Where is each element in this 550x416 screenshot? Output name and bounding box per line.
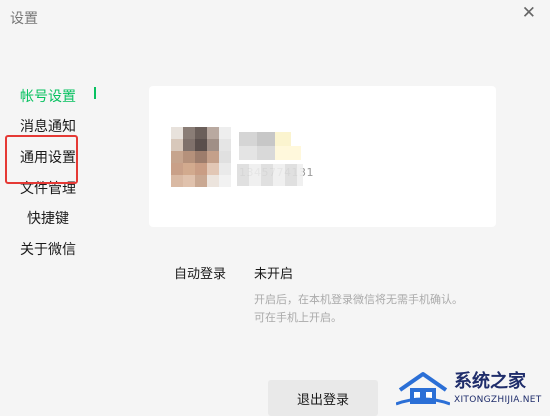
- active-indicator: [94, 87, 96, 99]
- close-icon[interactable]: ✕: [522, 3, 536, 23]
- auto-login-label: 自动登录: [174, 267, 227, 282]
- sidebar-item-notifications[interactable]: 消息通知: [0, 116, 96, 136]
- window-title: 设置: [10, 11, 38, 27]
- watermark-text: 系统之家: [454, 371, 526, 392]
- auto-login-desc-line2: 可在手机上开启。: [254, 311, 342, 324]
- wechat-id-mask: [237, 164, 303, 186]
- watermark: 系统之家 XITONGZHIJIA.NET: [396, 364, 546, 412]
- auto-login-value: 未开启: [254, 267, 294, 282]
- highlight-box: [5, 135, 78, 184]
- avatar[interactable]: [171, 127, 231, 187]
- sidebar-item-shortcuts[interactable]: 快捷键: [0, 208, 96, 228]
- watermark-url: XITONGZHIJIA.NET: [454, 395, 542, 405]
- sidebar-item-about[interactable]: 关于微信: [0, 239, 96, 259]
- sidebar-item-account[interactable]: 帐号设置: [0, 86, 96, 106]
- name-blur: [239, 132, 301, 160]
- watermark-logo-icon: [396, 372, 450, 406]
- logout-button[interactable]: 退出登录: [268, 380, 378, 416]
- auto-login-description: 开启后，在本机登录微信将无需手机确认。 可在手机上开启。: [254, 291, 524, 327]
- auto-login-desc-line1: 开启后，在本机登录微信将无需手机确认。: [254, 293, 463, 306]
- account-card: 1345774131: [149, 86, 496, 227]
